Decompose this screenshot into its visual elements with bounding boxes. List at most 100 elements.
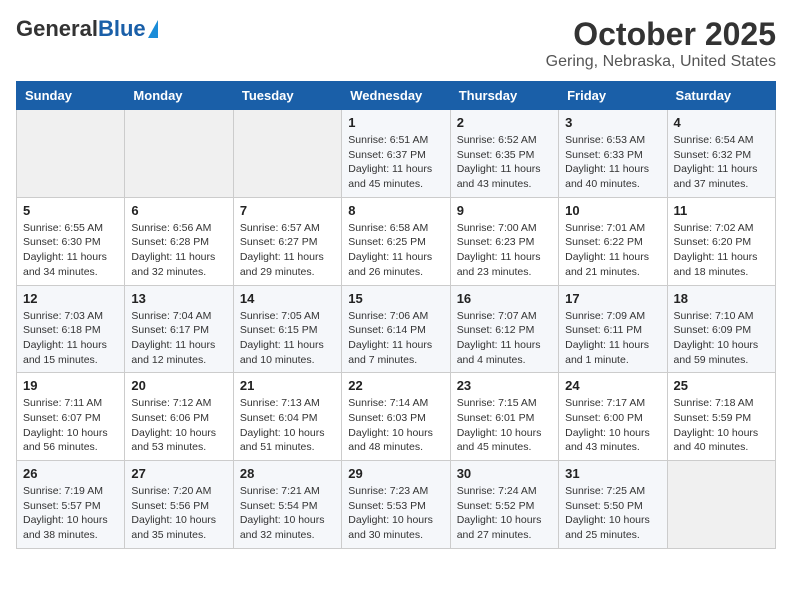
- day-number: 11: [674, 203, 769, 218]
- day-info: Sunrise: 7:21 AM Sunset: 5:54 PM Dayligh…: [240, 484, 335, 543]
- day-number: 26: [23, 466, 118, 481]
- calendar-cell: 22Sunrise: 7:14 AM Sunset: 6:03 PM Dayli…: [342, 373, 450, 461]
- calendar-cell: 18 Sunrise: 7:10 AM Sunset: 6:09 PM Dayli…: [667, 285, 775, 373]
- calendar-cell: 1Sunrise: 6:51 AM Sunset: 6:37 PM Daylig…: [342, 110, 450, 198]
- day-info: Sunrise: 6:51 AM Sunset: 6:37 PM Dayligh…: [348, 133, 443, 192]
- calendar-cell: 5Sunrise: 6:55 AM Sunset: 6:30 PM Daylig…: [17, 197, 125, 285]
- day-number: 14: [240, 291, 335, 306]
- day-header-tuesday: Tuesday: [233, 82, 341, 110]
- header-row: SundayMondayTuesdayWednesdayThursdayFrid…: [17, 82, 776, 110]
- day-info: Sunrise: 7:09 AM Sunset: 6:11 PM Dayligh…: [565, 309, 660, 368]
- day-number: 2: [457, 115, 552, 130]
- day-info: Sunrise: 6:56 AM Sunset: 6:28 PM Dayligh…: [131, 221, 226, 280]
- day-info: Sunrise: 7:11 AM Sunset: 6:07 PM Dayligh…: [23, 396, 118, 455]
- calendar-cell: 15 Sunrise: 7:06 AM Sunset: 6:14 PM Dayli…: [342, 285, 450, 373]
- calendar-cell: 6 Sunrise: 6:56 AM Sunset: 6:28 PM Daylig…: [125, 197, 233, 285]
- day-number: 21: [240, 378, 335, 393]
- calendar-header: SundayMondayTuesdayWednesdayThursdayFrid…: [17, 82, 776, 110]
- day-number: 6: [131, 203, 226, 218]
- day-header-thursday: Thursday: [450, 82, 558, 110]
- calendar-table: SundayMondayTuesdayWednesdayThursdayFrid…: [16, 81, 776, 549]
- calendar-cell: 7 Sunrise: 6:57 AM Sunset: 6:27 PM Daylig…: [233, 197, 341, 285]
- day-number: 17: [565, 291, 660, 306]
- day-info: Sunrise: 7:03 AM Sunset: 6:18 PM Dayligh…: [23, 309, 118, 368]
- day-info: Sunrise: 7:01 AM Sunset: 6:22 PM Dayligh…: [565, 221, 660, 280]
- day-info: Sunrise: 7:10 AM Sunset: 6:09 PM Dayligh…: [674, 309, 769, 368]
- day-number: 24: [565, 378, 660, 393]
- day-info: Sunrise: 7:02 AM Sunset: 6:20 PM Dayligh…: [674, 221, 769, 280]
- day-info: Sunrise: 6:53 AM Sunset: 6:33 PM Dayligh…: [565, 133, 660, 192]
- calendar-cell: 20 Sunrise: 7:12 AM Sunset: 6:06 PM Dayli…: [125, 373, 233, 461]
- day-number: 25: [674, 378, 769, 393]
- day-number: 12: [23, 291, 118, 306]
- day-info: Sunrise: 7:19 AM Sunset: 5:57 PM Dayligh…: [23, 484, 118, 543]
- day-number: 27: [131, 466, 226, 481]
- day-number: 7: [240, 203, 335, 218]
- day-info: Sunrise: 7:12 AM Sunset: 6:06 PM Dayligh…: [131, 396, 226, 455]
- page-header: General Blue October 2025 Gering, Nebras…: [16, 16, 776, 71]
- calendar-cell: 13 Sunrise: 7:04 AM Sunset: 6:17 PM Dayli…: [125, 285, 233, 373]
- day-info: Sunrise: 7:20 AM Sunset: 5:56 PM Dayligh…: [131, 484, 226, 543]
- day-info: Sunrise: 7:15 AM Sunset: 6:01 PM Dayligh…: [457, 396, 552, 455]
- calendar-cell: 11 Sunrise: 7:02 AM Sunset: 6:20 PM Dayli…: [667, 197, 775, 285]
- day-header-monday: Monday: [125, 82, 233, 110]
- day-info: Sunrise: 7:17 AM Sunset: 6:00 PM Dayligh…: [565, 396, 660, 455]
- day-number: 15: [348, 291, 443, 306]
- day-number: 4: [674, 115, 769, 130]
- logo: General Blue: [16, 16, 158, 42]
- day-number: 29: [348, 466, 443, 481]
- calendar-cell: 26 Sunrise: 7:19 AM Sunset: 5:57 PM Dayli…: [17, 461, 125, 549]
- day-number: 9: [457, 203, 552, 218]
- day-info: Sunrise: 7:06 AM Sunset: 6:14 PM Dayligh…: [348, 309, 443, 368]
- day-number: 3: [565, 115, 660, 130]
- day-info: Sunrise: 6:57 AM Sunset: 6:27 PM Dayligh…: [240, 221, 335, 280]
- day-header-wednesday: Wednesday: [342, 82, 450, 110]
- day-number: 31: [565, 466, 660, 481]
- day-info: Sunrise: 7:24 AM Sunset: 5:52 PM Dayligh…: [457, 484, 552, 543]
- calendar-cell: 16 Sunrise: 7:07 AM Sunset: 6:12 PM Dayli…: [450, 285, 558, 373]
- day-number: 30: [457, 466, 552, 481]
- day-header-sunday: Sunday: [17, 82, 125, 110]
- calendar-week-4: 19Sunrise: 7:11 AM Sunset: 6:07 PM Dayli…: [17, 373, 776, 461]
- calendar-week-5: 26 Sunrise: 7:19 AM Sunset: 5:57 PM Dayli…: [17, 461, 776, 549]
- calendar-cell: 12 Sunrise: 7:03 AM Sunset: 6:18 PM Dayli…: [17, 285, 125, 373]
- day-info: Sunrise: 7:25 AM Sunset: 5:50 PM Dayligh…: [565, 484, 660, 543]
- calendar-cell: 30 Sunrise: 7:24 AM Sunset: 5:52 PM Dayli…: [450, 461, 558, 549]
- calendar-cell: 8Sunrise: 6:58 AM Sunset: 6:25 PM Daylig…: [342, 197, 450, 285]
- calendar-cell: 28 Sunrise: 7:21 AM Sunset: 5:54 PM Dayli…: [233, 461, 341, 549]
- logo-general-text: General: [16, 16, 98, 42]
- calendar-cell: 19Sunrise: 7:11 AM Sunset: 6:07 PM Dayli…: [17, 373, 125, 461]
- day-number: 10: [565, 203, 660, 218]
- logo-blue-text: Blue: [98, 16, 146, 42]
- day-info: Sunrise: 7:00 AM Sunset: 6:23 PM Dayligh…: [457, 221, 552, 280]
- day-number: 28: [240, 466, 335, 481]
- day-info: Sunrise: 6:54 AM Sunset: 6:32 PM Dayligh…: [674, 133, 769, 192]
- title-area: October 2025 Gering, Nebraska, United St…: [546, 16, 776, 71]
- day-info: Sunrise: 7:13 AM Sunset: 6:04 PM Dayligh…: [240, 396, 335, 455]
- month-title: October 2025: [546, 16, 776, 53]
- calendar-cell: 31 Sunrise: 7:25 AM Sunset: 5:50 PM Dayli…: [559, 461, 667, 549]
- calendar-cell: [17, 110, 125, 198]
- day-info: Sunrise: 6:58 AM Sunset: 6:25 PM Dayligh…: [348, 221, 443, 280]
- calendar-cell: [233, 110, 341, 198]
- day-number: 20: [131, 378, 226, 393]
- calendar-cell: 24 Sunrise: 7:17 AM Sunset: 6:00 PM Dayli…: [559, 373, 667, 461]
- day-info: Sunrise: 7:07 AM Sunset: 6:12 PM Dayligh…: [457, 309, 552, 368]
- calendar-cell: [125, 110, 233, 198]
- calendar-cell: [667, 461, 775, 549]
- calendar-cell: 3 Sunrise: 6:53 AM Sunset: 6:33 PM Daylig…: [559, 110, 667, 198]
- day-info: Sunrise: 7:04 AM Sunset: 6:17 PM Dayligh…: [131, 309, 226, 368]
- day-number: 16: [457, 291, 552, 306]
- day-number: 18: [674, 291, 769, 306]
- calendar-week-1: 1Sunrise: 6:51 AM Sunset: 6:37 PM Daylig…: [17, 110, 776, 198]
- day-number: 13: [131, 291, 226, 306]
- calendar-cell: 27 Sunrise: 7:20 AM Sunset: 5:56 PM Dayli…: [125, 461, 233, 549]
- day-info: Sunrise: 6:52 AM Sunset: 6:35 PM Dayligh…: [457, 133, 552, 192]
- calendar-cell: 29 Sunrise: 7:23 AM Sunset: 5:53 PM Dayli…: [342, 461, 450, 549]
- calendar-week-3: 12 Sunrise: 7:03 AM Sunset: 6:18 PM Dayli…: [17, 285, 776, 373]
- day-info: Sunrise: 7:23 AM Sunset: 5:53 PM Dayligh…: [348, 484, 443, 543]
- calendar-cell: 21 Sunrise: 7:13 AM Sunset: 6:04 PM Dayli…: [233, 373, 341, 461]
- location-subtitle: Gering, Nebraska, United States: [546, 53, 776, 71]
- day-number: 22: [348, 378, 443, 393]
- calendar-cell: 14Sunrise: 7:05 AM Sunset: 6:15 PM Dayli…: [233, 285, 341, 373]
